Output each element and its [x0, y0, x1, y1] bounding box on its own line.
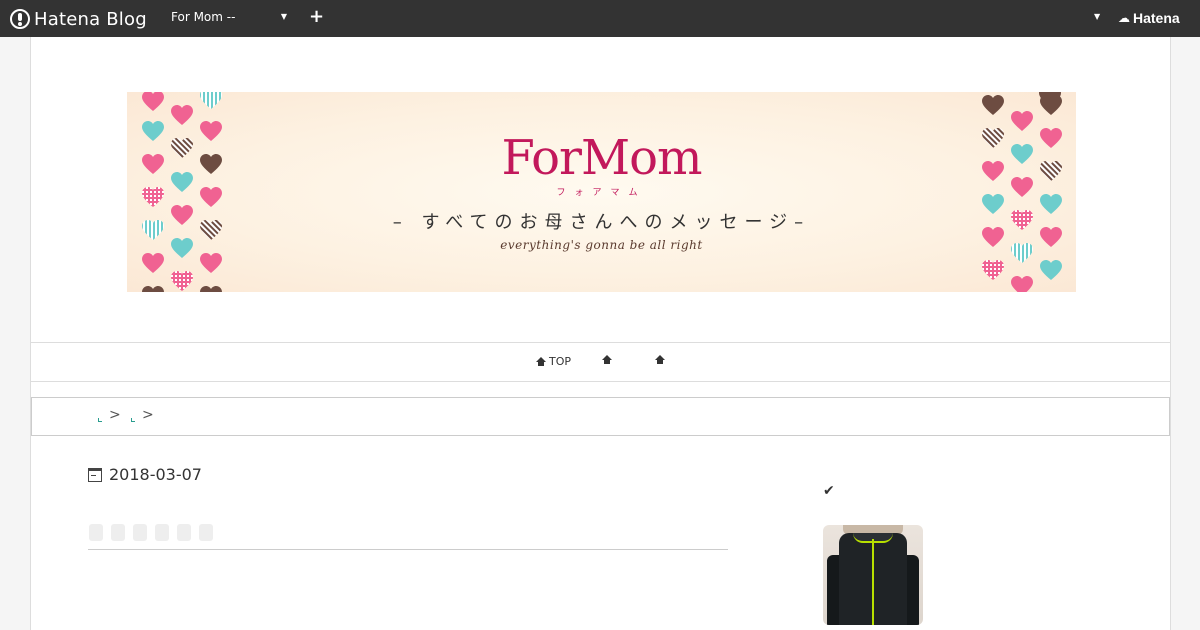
entry-date-text: 2018-03-07 — [109, 465, 202, 484]
banner-heart-icon — [1011, 276, 1033, 292]
check-icon: ✔ — [823, 483, 835, 499]
title-glyph-placeholder — [89, 524, 103, 541]
banner-heart-icon — [200, 253, 222, 273]
sidebar-thumbnail[interactable] — [823, 525, 923, 625]
hatena-top-bar: Hatena Blog For Mom -- ▼ + ▼ ☁ Hatena — [0, 0, 1200, 37]
account-menu-caret-icon[interactable]: ▼ — [1094, 12, 1100, 21]
title-divider — [88, 549, 728, 550]
home-icon — [655, 355, 665, 365]
banner-kana: フォアマム — [556, 188, 647, 198]
calendar-icon — [88, 467, 102, 482]
title-glyph-placeholder — [111, 524, 125, 541]
blog-selector-label: For Mom -- — [171, 10, 236, 24]
breadcrumb-separator: > — [142, 407, 154, 423]
nav-item-top[interactable]: TOP — [536, 355, 571, 368]
breadcrumb: > > — [31, 397, 1170, 436]
banner-heart-icon — [1040, 95, 1062, 115]
brand-name: Hatena Blog — [34, 8, 147, 30]
banner-heart-icon — [200, 286, 222, 292]
blog-container: ForMom フォアマム – すべてのお母さんへのメッセージ– everythi… — [30, 37, 1171, 630]
hatena-account-link[interactable]: ☁ Hatena — [1118, 10, 1180, 26]
banner-heart-icon — [1011, 111, 1033, 131]
blog-selector[interactable]: For Mom -- ▼ — [171, 10, 291, 28]
banner-heart-icon — [171, 271, 193, 291]
hatena-label: Hatena — [1133, 10, 1180, 26]
caret-down-icon: ▼ — [280, 12, 287, 21]
home-icon — [602, 355, 612, 365]
hatena-mark-icon: ☁ — [1118, 11, 1130, 25]
home-icon — [536, 356, 546, 367]
title-glyph-placeholder — [133, 524, 147, 541]
banner-heart-icon — [200, 92, 222, 109]
breadcrumb-link-home[interactable] — [98, 418, 102, 422]
banner-heart-icon — [982, 95, 1004, 115]
jacket-zip — [872, 539, 874, 625]
banner-heart-icon — [171, 105, 193, 125]
nav-item-3[interactable] — [655, 355, 668, 365]
hatena-logo-icon — [10, 9, 30, 29]
breadcrumb-link-category[interactable] — [131, 418, 135, 422]
entry-date[interactable]: 2018-03-07 — [88, 465, 202, 484]
jacket-sleeve — [905, 555, 919, 625]
banner-heart-icon — [982, 260, 1004, 280]
banner-subtitle: – すべてのお母さんへのメッセージ– — [392, 212, 811, 233]
banner-tagline: everything's gonna be all right — [500, 238, 703, 252]
global-nav: TOP — [31, 342, 1170, 382]
breadcrumb-separator: > — [109, 407, 121, 423]
plus-icon[interactable]: + — [309, 6, 324, 27]
hatena-blog-logo[interactable]: Hatena Blog — [10, 7, 147, 31]
title-glyph-placeholder — [177, 524, 191, 541]
title-glyph-placeholder — [199, 524, 213, 541]
banner-heart-icon — [1040, 260, 1062, 280]
banner-title: ForMom — [501, 130, 702, 186]
banner-heart-icon — [142, 286, 164, 292]
entry-title[interactable] — [89, 524, 213, 541]
header-banner[interactable]: ForMom フォアマム – すべてのお母さんへのメッセージ– everythi… — [127, 92, 1076, 292]
title-glyph-placeholder — [155, 524, 169, 541]
banner-heart-icon — [142, 253, 164, 273]
nav-item-label: TOP — [549, 355, 572, 368]
nav-item-2[interactable] — [602, 355, 615, 365]
banner-heart-icon — [142, 92, 164, 111]
